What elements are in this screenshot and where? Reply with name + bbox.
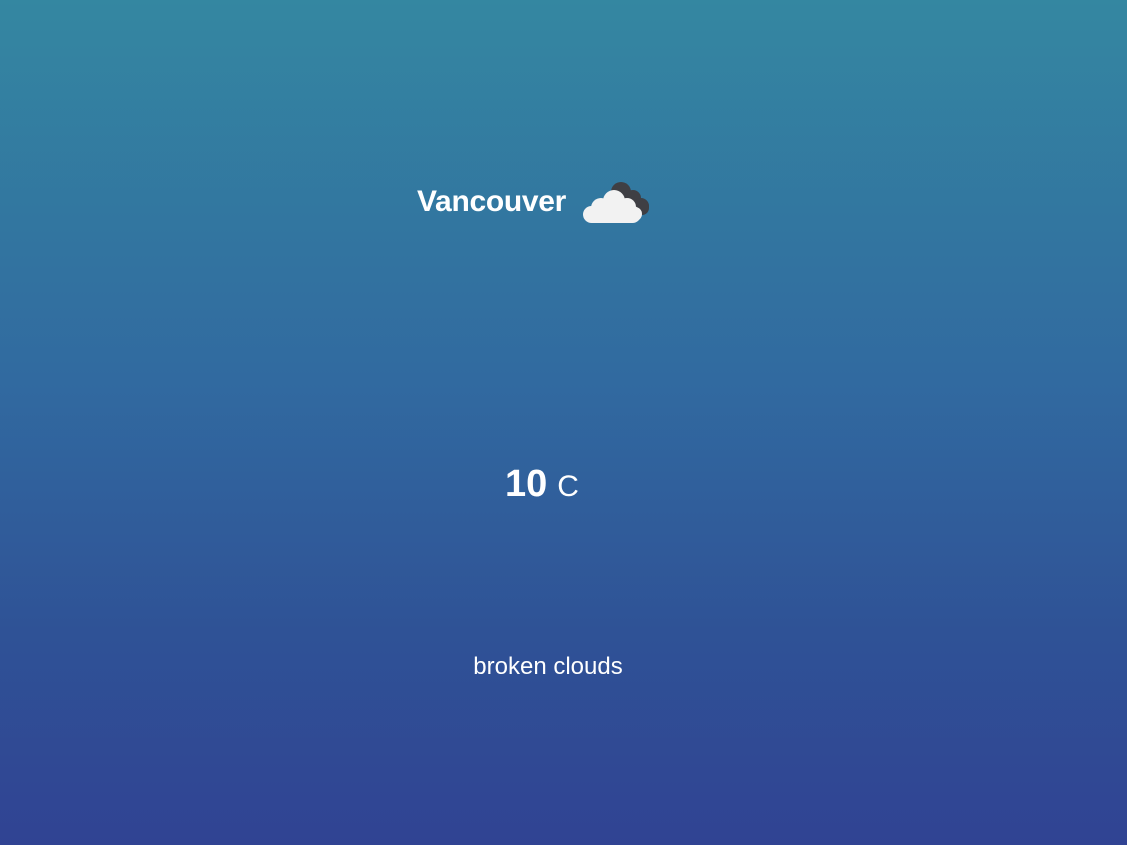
broken-clouds-icon xyxy=(583,182,650,223)
city-header: Vancouver xyxy=(417,176,653,228)
weather-card: Vancouver 10 C broken clouds xyxy=(0,0,1127,845)
weather-description: broken clouds xyxy=(473,653,623,680)
city-name: Vancouver xyxy=(417,185,567,218)
temperature-value: 10 xyxy=(505,463,548,505)
temperature-unit: C xyxy=(557,470,579,503)
temperature-display: 10 C xyxy=(505,460,579,508)
